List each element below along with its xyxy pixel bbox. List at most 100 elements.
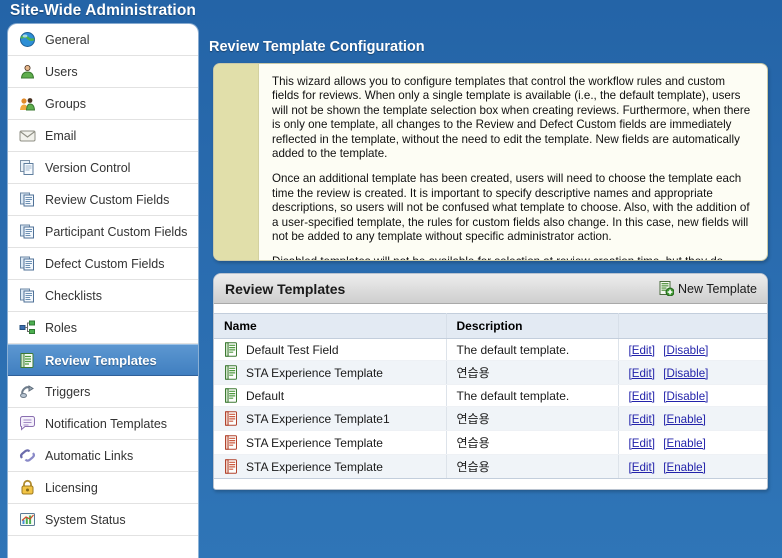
- sidebar-item-label: Participant Custom Fields: [45, 224, 188, 239]
- cell-name: STA Experience Template: [214, 454, 447, 479]
- sidebar-item-groups[interactable]: Groups: [8, 88, 198, 120]
- sidebar-item-label: Checklists: [45, 288, 102, 303]
- sidebar-item-email[interactable]: Email: [8, 120, 198, 152]
- sidebar-item-label: General: [45, 32, 90, 47]
- sidebar-item-label: Roles: [45, 320, 77, 335]
- sidebar-item-checklists[interactable]: Checklists: [8, 280, 198, 312]
- page-title: Site-Wide Administration: [10, 2, 196, 19]
- cell-name: Default: [214, 384, 447, 407]
- sidebar-item-users[interactable]: Users: [8, 56, 198, 88]
- copy-pages-icon: [19, 159, 36, 176]
- sidebar-item-label: Review Templates: [45, 352, 157, 368]
- table-body: Default Test Field The default template.…: [214, 338, 767, 479]
- sidebar-item-label: Triggers: [45, 384, 91, 399]
- sidebar-item-label: Notification Templates: [45, 416, 168, 431]
- toggle-status-link[interactable]: [Disable]: [663, 344, 708, 357]
- sidebar-item-system-status[interactable]: System Status: [8, 504, 198, 536]
- cell-name: Default Test Field: [214, 338, 447, 361]
- sidebar-item-review-custom-fields[interactable]: Review Custom Fields: [8, 184, 198, 216]
- link-icon: [19, 447, 36, 464]
- cell-actions: [Edit] [Enable]: [618, 406, 767, 431]
- user-icon: [19, 63, 36, 80]
- edit-link[interactable]: [Edit]: [629, 437, 655, 450]
- sidebar-item-automatic-links[interactable]: Automatic Links: [8, 440, 198, 472]
- cell-actions: [Edit] [Disable]: [618, 384, 767, 407]
- cell-description: 연습용: [446, 430, 619, 455]
- table-row: Default Test Field The default template.…: [214, 338, 767, 361]
- globe-icon: [19, 31, 36, 48]
- template-disabled-icon: [224, 411, 238, 426]
- cell-name: STA Experience Template1: [214, 406, 447, 431]
- column-header-description: Description: [446, 313, 619, 339]
- sidebar-item-defect-custom-fields[interactable]: Defect Custom Fields: [8, 248, 198, 280]
- sidebar-item-participant-custom-fields[interactable]: Participant Custom Fields: [8, 216, 198, 248]
- table-header: Name Description: [214, 313, 767, 339]
- template-disabled-icon: [224, 459, 238, 474]
- template-name: STA Experience Template: [246, 459, 383, 474]
- cell-description: The default template.: [446, 384, 619, 407]
- cell-actions: [Edit] [Disable]: [618, 338, 767, 361]
- toggle-status-link[interactable]: [Enable]: [663, 461, 706, 474]
- sidebar-item-review-templates[interactable]: Review Templates: [8, 344, 198, 376]
- table-row: STA Experience Template 연습용 [Edit] [Enab…: [214, 430, 767, 455]
- speech-bubble-icon: [19, 415, 36, 432]
- edit-link[interactable]: [Edit]: [629, 413, 655, 426]
- new-template-label: New Template: [678, 281, 757, 296]
- wizard-paragraph: This wizard allows you to configure temp…: [272, 75, 751, 161]
- column-header-actions: [618, 313, 767, 339]
- template-name: Default Test Field: [246, 342, 339, 357]
- wizard-description: This wizard allows you to configure temp…: [260, 64, 767, 260]
- document-fields-icon: [19, 287, 36, 304]
- group-icon: [19, 95, 36, 112]
- document-fields-icon: [19, 255, 36, 272]
- template-enabled-icon: [224, 342, 238, 357]
- wizard-info-box: This wizard allows you to configure temp…: [213, 63, 768, 261]
- cell-actions: [Edit] [Disable]: [618, 360, 767, 385]
- sidebar-item-notification-templates[interactable]: Notification Templates: [8, 408, 198, 440]
- sidebar-item-label: Licensing: [45, 480, 98, 495]
- toggle-status-link[interactable]: [Enable]: [663, 437, 706, 450]
- new-document-icon: [659, 281, 675, 297]
- edit-link[interactable]: [Edit]: [629, 344, 655, 357]
- table-header-row: Name Description: [214, 313, 767, 339]
- cell-description: The default template.: [446, 338, 619, 361]
- template-name: STA Experience Template: [246, 435, 383, 450]
- wizard-accent-strip: [214, 64, 259, 260]
- sidebar-item-label: Email: [45, 128, 77, 143]
- cell-name: STA Experience Template: [214, 360, 447, 385]
- toggle-status-link[interactable]: [Disable]: [663, 390, 708, 403]
- template-enabled-icon: [224, 388, 238, 403]
- section-title: Review Template Configuration: [209, 39, 425, 55]
- panel-header: Review Templates New Template: [214, 274, 767, 304]
- sidebar-item-licensing[interactable]: Licensing: [8, 472, 198, 504]
- sidebar-item-general[interactable]: General: [8, 24, 198, 56]
- cell-description: 연습용: [446, 454, 619, 479]
- wizard-paragraph: Once an additional template has been cre…: [272, 172, 750, 244]
- sidebar-item-roles[interactable]: Roles: [8, 312, 198, 344]
- edit-link[interactable]: [Edit]: [629, 390, 655, 403]
- review-templates-panel: Review Templates New Template Name Descr…: [213, 273, 768, 490]
- template-name: STA Experience Template: [246, 365, 383, 380]
- toggle-status-link[interactable]: [Disable]: [663, 367, 708, 380]
- cell-actions: [Edit] [Enable]: [618, 454, 767, 479]
- roles-nodes-icon: [19, 319, 36, 336]
- template-disabled-icon: [224, 435, 238, 450]
- edit-link[interactable]: [Edit]: [629, 461, 655, 474]
- new-template-button[interactable]: New Template: [659, 281, 757, 297]
- table-row: STA Experience Template 연습용 [Edit] [Disa…: [214, 360, 767, 385]
- main-content: Review Template Configuration This wizar…: [205, 24, 776, 558]
- sidebar-item-version-control[interactable]: Version Control: [8, 152, 198, 184]
- edit-link[interactable]: [Edit]: [629, 367, 655, 380]
- table-row: Default The default template. [Edit] [Di…: [214, 384, 767, 407]
- document-fields-icon: [19, 191, 36, 208]
- table-row: STA Experience Template 연습용 [Edit] [Enab…: [214, 454, 767, 479]
- toggle-status-link[interactable]: [Enable]: [663, 413, 706, 426]
- template-enabled-icon: [224, 365, 238, 380]
- cell-description: 연습용: [446, 360, 619, 385]
- column-header-name: Name: [214, 313, 447, 339]
- cell-name: STA Experience Template: [214, 430, 447, 455]
- sidebar-item-label: Version Control: [45, 160, 131, 175]
- panel-title: Review Templates: [225, 280, 346, 297]
- template-name: STA Experience Template1: [246, 411, 390, 426]
- sidebar-item-triggers[interactable]: Triggers: [8, 376, 198, 408]
